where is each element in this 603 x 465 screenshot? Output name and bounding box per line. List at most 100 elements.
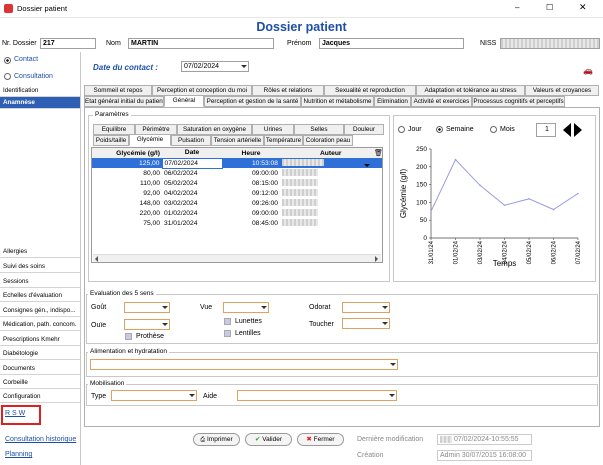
tab-elimination[interactable]: Elimination (374, 96, 411, 107)
table-row[interactable]: 125,00 07/02/2024 10:53:08 (92, 157, 382, 169)
vue-select[interactable] (223, 302, 269, 313)
consultation-historique-link[interactable]: Consultation historique (5, 436, 76, 443)
cell-date[interactable]: 31/01/2024 (162, 218, 222, 228)
valider-button[interactable]: ✔ Valider (245, 433, 292, 446)
niss-field[interactable] (500, 38, 600, 49)
cell-date[interactable]: 05/02/2024 (162, 178, 222, 188)
cell-auteur[interactable] (280, 188, 382, 198)
table-row[interactable]: 148,00 03/02/2024 09:26:00 (92, 198, 382, 208)
cell-heure[interactable]: 09:00:00 (222, 168, 280, 178)
jour-radio[interactable] (398, 126, 405, 133)
sidebar-item-anamnese[interactable]: Anamnèse (0, 97, 80, 109)
scroll-left-icon[interactable] (95, 256, 98, 262)
subtab-saturation[interactable]: Saturation en oxygène (177, 124, 252, 135)
next-arrow-icon[interactable] (574, 123, 582, 137)
table-scrollbar[interactable] (93, 254, 381, 262)
cell-auteur[interactable] (280, 178, 382, 188)
odorat-select[interactable] (342, 302, 390, 313)
cell-value[interactable]: 148,00 (92, 198, 162, 208)
table-row[interactable]: 92,00 04/02/2024 09:12:00 (92, 188, 382, 198)
prev-arrow-icon[interactable] (563, 123, 571, 137)
semaine-radio[interactable] (436, 126, 443, 133)
date-dropdown-icon[interactable] (241, 65, 247, 68)
cell-auteur[interactable] (280, 218, 382, 228)
subtab-douleur[interactable]: Douleur (344, 124, 384, 135)
gout-select[interactable] (124, 302, 170, 313)
subtab-temperature[interactable]: Température (264, 135, 303, 146)
table-row[interactable]: 220,00 01/02/2024 09:00:00 (92, 208, 382, 218)
cell-date[interactable]: 01/02/2024 (162, 208, 222, 218)
subtab-tension[interactable]: Tension artérielle (211, 135, 264, 146)
prenom-field[interactable]: Jacques (319, 38, 464, 49)
imprimer-button[interactable]: ⎙ Imprimer (193, 433, 240, 446)
tab-perception-sante[interactable]: Perception et gestion de la santé (204, 96, 301, 107)
mois-radio[interactable] (490, 126, 497, 133)
car-icon[interactable]: 🚗 (583, 66, 593, 75)
tab-nutrition[interactable]: Nutrition et métabolisme (301, 96, 374, 107)
tab-activite[interactable]: Activité et exercices (411, 96, 472, 107)
sidebar-item-medication[interactable]: Médication, path. concom. (0, 319, 80, 331)
tab-roles[interactable]: Rôles et relations (252, 85, 324, 96)
cell-value[interactable]: 125,00 (92, 158, 162, 168)
sidebar-item-sessions[interactable]: Sessions (0, 276, 80, 288)
aide-select[interactable] (237, 390, 397, 401)
cell-heure[interactable]: 08:45:00 (222, 218, 280, 228)
cell-heure[interactable]: 09:00:00 (222, 208, 280, 218)
header-glycemie[interactable]: Glycémie (g/l) (92, 148, 162, 158)
cell-auteur[interactable] (280, 208, 382, 218)
planning-link[interactable]: Planning (5, 451, 32, 458)
rsw-link[interactable]: R S W (5, 410, 25, 417)
subtab-poids[interactable]: Poids/taille (93, 135, 129, 146)
header-heure[interactable]: Heure (222, 148, 280, 158)
header-date[interactable]: Date (162, 148, 222, 158)
subtab-selles[interactable]: Selles (294, 124, 344, 135)
period-count-field[interactable]: 1 (536, 123, 556, 137)
delete-icon[interactable]: 🗑 (374, 149, 383, 157)
cell-date[interactable]: 06/02/2024 (162, 168, 222, 178)
table-row[interactable]: 110,00 05/02/2024 08:15:00 (92, 178, 382, 188)
consultation-radio[interactable] (4, 73, 11, 80)
sidebar-item-identification[interactable]: Identification (0, 85, 80, 97)
cell-heure[interactable]: 08:15:00 (222, 178, 280, 188)
cell-value[interactable]: 92,00 (92, 188, 162, 198)
cell-date[interactable]: 07/02/2024 (161, 157, 223, 169)
prothese-checkbox[interactable] (125, 333, 132, 340)
cell-value[interactable]: 110,00 (92, 178, 162, 188)
scroll-right-icon[interactable] (375, 256, 378, 262)
header-auteur[interactable]: Auteur (280, 148, 382, 158)
sidebar-item-allergies[interactable]: Allergies (0, 246, 80, 258)
sidebar-item-corbeille[interactable]: Corbeille (0, 377, 80, 389)
tab-sommeil[interactable]: Sommeil et repos (84, 85, 152, 96)
table-row[interactable]: 80,00 06/02/2024 09:00:00 (92, 168, 382, 178)
contact-radio[interactable] (4, 57, 11, 64)
sidebar-item-suivi-soins[interactable]: Suivi des soins (0, 261, 80, 273)
lunettes-checkbox[interactable] (224, 318, 231, 325)
lentilles-checkbox[interactable] (224, 330, 231, 337)
subtab-coloration[interactable]: Coloration peau (303, 135, 353, 146)
subtab-urines[interactable]: Urines (252, 124, 294, 135)
close-icon[interactable]: ✕ (579, 2, 587, 13)
cell-value[interactable]: 80,00 (92, 168, 162, 178)
cell-heure[interactable]: 09:26:00 (222, 198, 280, 208)
tab-general[interactable]: Général (164, 95, 204, 107)
sidebar-item-configuration[interactable]: Configuration (0, 391, 80, 403)
nr-dossier-field[interactable]: 217 (40, 38, 96, 49)
type-select[interactable] (111, 390, 197, 401)
cell-auteur[interactable] (280, 198, 382, 208)
sidebar-item-prescriptions[interactable]: Prescriptions Kmehr (0, 334, 80, 346)
subtab-glycemie[interactable]: Glycémie (129, 134, 171, 146)
toucher-select[interactable] (342, 318, 390, 329)
cell-date[interactable]: 03/02/2024 (162, 198, 222, 208)
cell-value[interactable]: 220,00 (92, 208, 162, 218)
minimize-icon[interactable]: – (515, 3, 519, 12)
cell-auteur[interactable] (280, 168, 382, 178)
date-contact-field[interactable]: 07/02/2024 (181, 61, 249, 72)
cell-heure[interactable]: 10:53:08 (222, 158, 280, 168)
cell-heure[interactable]: 09:12:00 (222, 188, 280, 198)
tab-sexualite[interactable]: Sexualité et reproduction (324, 85, 416, 96)
tab-adaptation[interactable]: Adaptation et tolérance au stress (416, 85, 525, 96)
tab-processus[interactable]: Processus cognitifs et perceptifs (472, 96, 565, 107)
nom-field[interactable]: MARTIN (128, 38, 274, 49)
sidebar-item-diabetologie[interactable]: Diabétologie (0, 348, 80, 360)
ouie-select[interactable] (124, 319, 170, 330)
